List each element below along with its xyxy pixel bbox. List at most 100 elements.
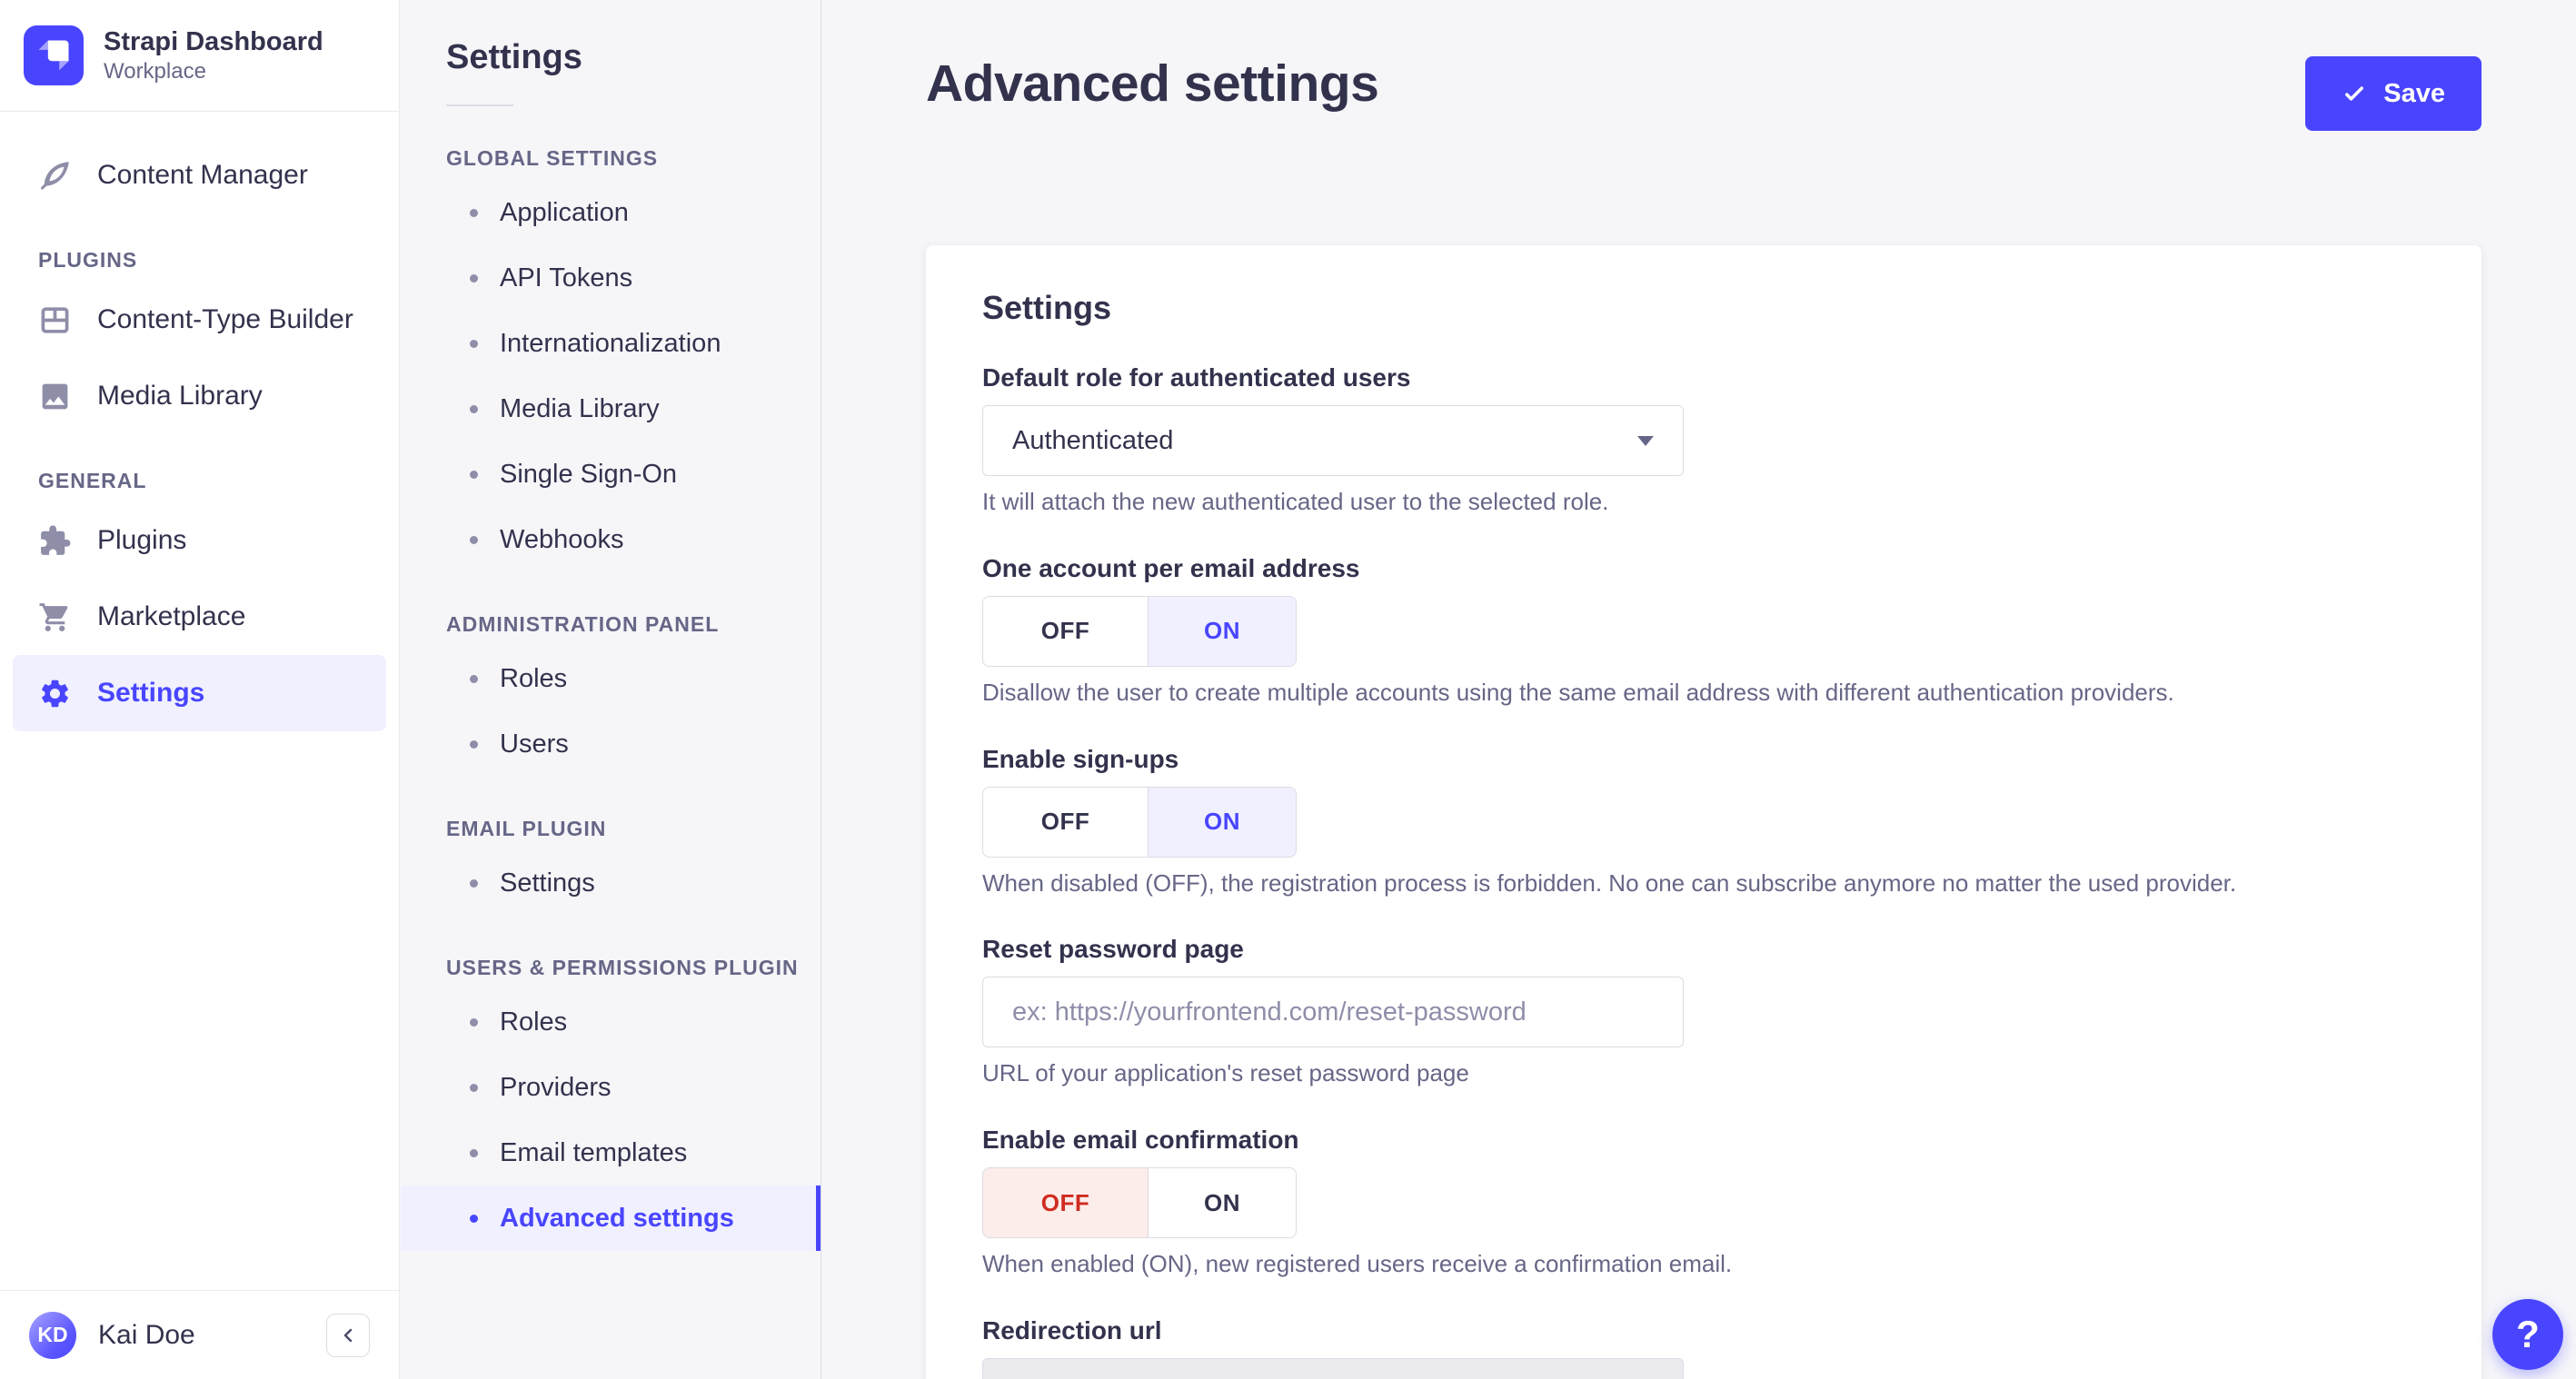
sidebar-item-media-library[interactable]: Media Library [13, 358, 386, 434]
page-title: Advanced settings [926, 55, 1379, 113]
subnav-section-email-plugin: EMAIL PLUGIN [446, 817, 607, 840]
bullet-icon [470, 739, 478, 749]
subnav-item-single-sign-on[interactable]: Single Sign-On [401, 441, 821, 507]
field-default-role: Default role for authenticated users Aut… [982, 363, 2425, 518]
field-label: One account per email address [982, 553, 1360, 582]
bullet-icon [470, 674, 478, 683]
field-label: Redirection url [982, 1315, 1162, 1344]
toggle-on-option[interactable]: ON [1148, 1168, 1296, 1238]
subnav-item-label: Settings [500, 868, 595, 898]
user-row: KD Kai Doe [0, 1290, 399, 1379]
subnav-item-internationalization[interactable]: Internationalization [401, 311, 821, 376]
sidebar-item-label: Content Manager [97, 160, 308, 191]
subnav-item-label: Providers [500, 1072, 612, 1102]
subnav-item-api-tokens[interactable]: API Tokens [401, 245, 821, 311]
subnav-section-administration-panel: ADMINISTRATION PANEL [446, 612, 720, 636]
subnav-item-label: Media Library [500, 393, 660, 423]
bullet-icon [470, 1017, 478, 1027]
caret-down-icon [1637, 435, 1654, 446]
sidebar-item-content-manager[interactable]: Content Manager [13, 137, 386, 213]
bullet-icon [470, 208, 478, 217]
subnav-section-users-permissions-plugin: USERS & PERMISSIONS PLUGIN [446, 956, 799, 979]
subnav-item-label: Application [500, 197, 629, 227]
field-hint: It will attach the new authenticated use… [982, 488, 1609, 515]
workspace-title: Strapi Dashboard [104, 27, 323, 56]
bullet-icon [470, 339, 478, 348]
subnav-item-label: API Tokens [500, 263, 633, 293]
reset-password-input-wrap [982, 977, 1684, 1048]
bullet-icon [470, 404, 478, 413]
sidebar-item-content-type-builder[interactable]: Content-Type Builder [13, 282, 386, 358]
workspace-switcher[interactable]: Strapi Dashboard Workplace [0, 0, 399, 113]
subnav-item-email-templates[interactable]: Email templates [401, 1120, 821, 1186]
workspace-text: Strapi Dashboard Workplace [104, 25, 323, 85]
subnav-item-up-roles[interactable]: Roles [401, 989, 821, 1055]
field-redirection-url: Redirection url [982, 1316, 2425, 1379]
collapse-sidebar-button[interactable] [326, 1313, 370, 1357]
settings-gear-icon [42, 680, 68, 708]
reset-password-input[interactable] [1012, 997, 1654, 1027]
field-label: Enable email confirmation [982, 1126, 1299, 1155]
subnav-item-admin-roles[interactable]: Roles [401, 646, 821, 711]
select-value: Authenticated [1012, 425, 1174, 455]
subnav-item-webhooks[interactable]: Webhooks [401, 507, 821, 572]
toggle-off-option[interactable]: OFF [983, 1168, 1148, 1238]
main-content: Advanced settings Save Settings Default … [822, 0, 2576, 1379]
enable-sign-ups-toggle: OFF ON [982, 786, 1297, 858]
question-mark-icon: ? [2516, 1313, 2540, 1355]
default-role-select[interactable]: Authenticated [982, 405, 1684, 476]
subnav-item-advanced-settings[interactable]: Advanced settings [401, 1186, 821, 1251]
toggle-off-option[interactable]: OFF [983, 597, 1148, 666]
content-type-builder-icon [41, 307, 69, 333]
subnav-item-label: Advanced settings [500, 1203, 734, 1233]
one-account-toggle: OFF ON [982, 595, 1297, 667]
toggle-off-option[interactable]: OFF [983, 788, 1148, 857]
field-reset-password-page: Reset password page URL of your applicat… [982, 935, 2425, 1089]
workspace-subtitle: Workplace [104, 59, 206, 84]
sidebar-item-marketplace[interactable]: Marketplace [13, 579, 386, 655]
sidebar-item-plugins[interactable]: Plugins [13, 502, 386, 579]
sidebar-item-label: Media Library [97, 381, 263, 412]
avatar[interactable]: KD [29, 1311, 76, 1359]
subnav-item-label: Webhooks [500, 524, 624, 554]
save-button-label: Save [2383, 78, 2445, 108]
marketplace-icon [39, 602, 68, 631]
field-hint: When enabled (ON), new registered users … [982, 1250, 1733, 1278]
media-library-icon [42, 383, 68, 410]
bullet-icon [470, 470, 478, 479]
subnav-item-admin-users[interactable]: Users [401, 711, 821, 777]
field-label: Default role for authenticated users [982, 363, 1411, 392]
subnav-item-label: Email templates [500, 1137, 688, 1167]
subnav-item-email-settings[interactable]: Settings [401, 850, 821, 916]
subnav-item-media-library[interactable]: Media Library [401, 376, 821, 441]
help-button[interactable]: ? [2492, 1299, 2563, 1370]
redirection-url-input-wrap [982, 1357, 1684, 1379]
field-label: Reset password page [982, 935, 1244, 964]
subnav-item-label: Users [500, 729, 569, 759]
save-button[interactable]: Save [2305, 56, 2482, 131]
sidebar-item-label: Marketplace [97, 601, 246, 632]
toggle-on-option[interactable]: ON [1148, 787, 1296, 857]
subnav-item-application[interactable]: Application [401, 180, 821, 245]
sidebar-section-plugins: PLUGINS [38, 248, 138, 273]
sidebar-item-settings[interactable]: Settings [13, 655, 386, 732]
subnav-title: Settings [446, 38, 582, 76]
toggle-on-option[interactable]: ON [1148, 596, 1296, 666]
bullet-icon [470, 535, 478, 544]
subnav-item-label: Roles [500, 663, 568, 693]
field-label: Enable sign-ups [982, 744, 1179, 773]
subnav-item-providers[interactable]: Providers [401, 1055, 821, 1120]
settings-card: Settings Default role for authenticated … [926, 245, 2482, 1379]
strapi-logo-icon [24, 25, 84, 86]
bullet-icon [470, 1214, 478, 1223]
field-enable-email-confirmation: Enable email confirmation OFF ON When en… [982, 1126, 2425, 1280]
sidebar-item-label: Plugins [97, 525, 187, 556]
bullet-icon [470, 273, 478, 283]
field-hint: When disabled (OFF), the registration pr… [982, 868, 2237, 897]
subnav-divider [446, 104, 513, 106]
page-header: Advanced settings Save [822, 0, 2576, 131]
field-hint: URL of your application's reset password… [982, 1059, 1469, 1087]
subnav-item-label: Internationalization [500, 328, 721, 358]
check-icon [2345, 86, 2364, 101]
email-confirmation-toggle: OFF ON [982, 1167, 1297, 1239]
